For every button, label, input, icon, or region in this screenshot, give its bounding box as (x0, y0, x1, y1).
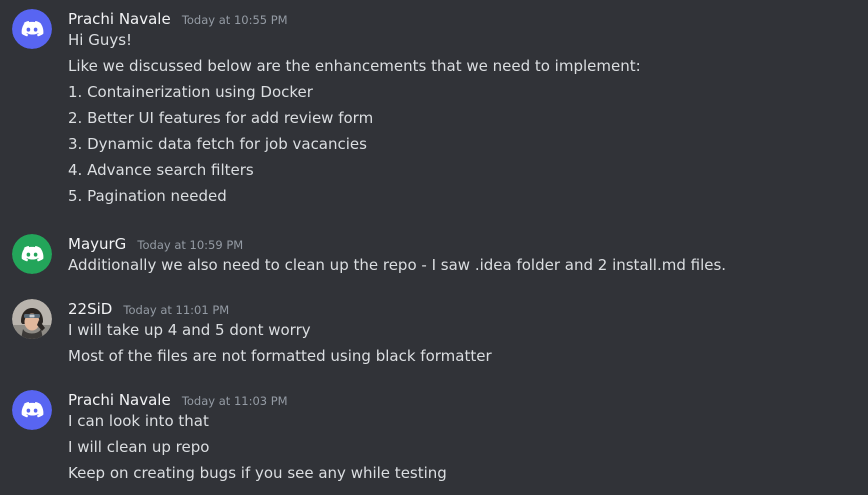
avatar[interactable] (12, 9, 52, 49)
message-text: 1. Containerization using Docker (68, 83, 313, 101)
message-header: Prachi Navale Today at 11:03 PM (68, 390, 288, 410)
message-text: Hi Guys! (68, 31, 133, 49)
message-text: Like we discussed below are the enhancem… (68, 57, 641, 75)
discord-icon (12, 234, 52, 274)
timestamp: Today at 10:55 PM (181, 13, 288, 27)
message-text: I will take up 4 and 5 dont worry (68, 321, 311, 339)
username[interactable]: Prachi Navale (68, 391, 171, 409)
message-header: 22SiD Today at 11:01 PM (68, 299, 229, 319)
message-text: 4. Advance search filters (68, 161, 254, 179)
username[interactable]: MayurG (68, 235, 126, 253)
avatar[interactable] (12, 299, 52, 339)
avatar[interactable] (12, 390, 52, 430)
message-text: I will clean up repo (68, 438, 210, 456)
user-photo (12, 299, 52, 339)
timestamp: Today at 10:59 PM (137, 238, 244, 252)
username[interactable]: Prachi Navale (68, 10, 171, 28)
avatar[interactable] (12, 234, 52, 274)
message-header: Prachi Navale Today at 10:55 PM (68, 9, 288, 29)
message-header: MayurG Today at 10:59 PM (68, 234, 243, 254)
timestamp: Today at 11:03 PM (181, 394, 288, 408)
message-text: 2. Better UI features for add review for… (68, 109, 374, 127)
message-text: Keep on creating bugs if you see any whi… (68, 464, 447, 482)
discord-icon (12, 9, 52, 49)
chat-messages: Prachi Navale Today at 10:55 PM Hi Guys!… (0, 0, 868, 495)
message-text: Most of the files are not formatted usin… (68, 347, 492, 365)
username[interactable]: 22SiD (68, 300, 112, 318)
message-text: I can look into that (68, 412, 209, 430)
discord-icon (12, 390, 52, 430)
message-text: Additionally we also need to clean up th… (68, 256, 727, 274)
timestamp: Today at 11:01 PM (123, 303, 230, 317)
message-text: 3. Dynamic data fetch for job vacancies (68, 135, 367, 153)
message-text: 5. Pagination needed (68, 187, 227, 205)
